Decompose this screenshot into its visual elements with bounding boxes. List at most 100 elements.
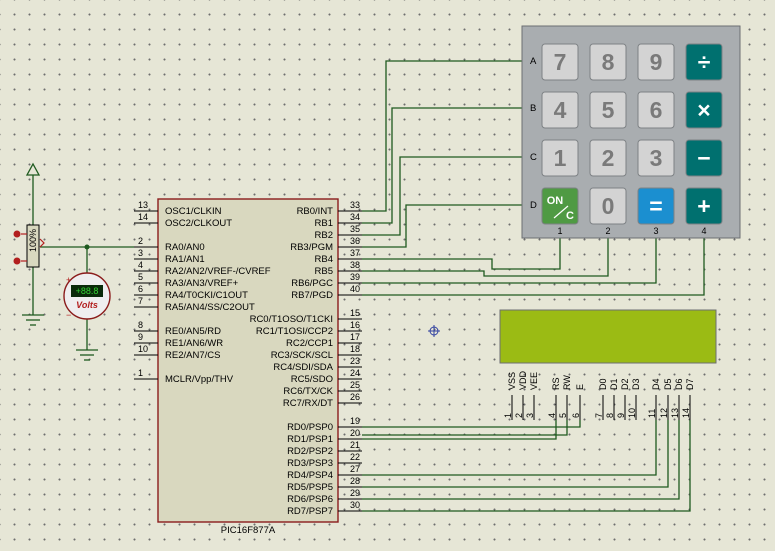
pin-number: 25: [350, 380, 360, 390]
pin-number: 20: [350, 428, 360, 438]
lcd-pin-name: D1: [609, 378, 619, 390]
key-k02[interactable]: 9: [637, 43, 675, 81]
pin-number: 7: [138, 296, 143, 306]
pin-name: RC5/SDO: [291, 374, 333, 385]
lcd-pin-number: 9: [616, 413, 626, 418]
key-k03[interactable]: ÷: [685, 43, 723, 81]
key-label: C: [566, 210, 574, 222]
lcd-pin-name: D2: [620, 378, 630, 390]
lcd-pin-number: 5: [558, 413, 568, 418]
pin-name: RE2/AN7/CS: [165, 350, 220, 361]
potentiometer[interactable]: 100%: [13, 224, 45, 268]
keypad-col-label: 1: [557, 226, 562, 236]
key-label: 2: [602, 145, 615, 171]
pot-decrease-button[interactable]: [13, 257, 21, 265]
lcd-pin-number: 4: [547, 413, 557, 418]
pin-number: 29: [350, 488, 360, 498]
junction-dot: [84, 244, 90, 250]
key-label: 5: [602, 97, 615, 123]
lcd-pins: VSS 1 VDD 2 VEE 3 RS 4 RW 5 E 6 D0 7 D1 8 D2 9 D3 10 D4 11 D5 1…: [503, 370, 695, 420]
ground-symbol-voltmeter: [76, 349, 98, 361]
schematic-canvas: 100% +88.8 Volts + − PIC16F877A 13OSC1/C…: [13, 25, 741, 536]
pin-number: 38: [350, 260, 360, 270]
key-k01[interactable]: 8: [589, 43, 627, 81]
pin-name: MCLR/Vpp/THV: [165, 374, 234, 385]
pin-name: RC0/T1OSO/T1CKI: [250, 314, 333, 325]
pin-name: RC6/TX/CK: [283, 386, 333, 397]
pin-number: 24: [350, 368, 360, 378]
lcd-pin-number: 2: [514, 413, 524, 418]
lcd-pin-number: 1: [503, 413, 513, 418]
key-k21[interactable]: 2: [589, 139, 627, 177]
key-k33[interactable]: +: [685, 187, 723, 225]
pin-name: RD6/PSP6: [287, 494, 333, 505]
pin-name: RA3/AN3/VREF+: [165, 278, 239, 289]
wire-col-4: [362, 238, 705, 296]
pin-name: RB5: [315, 266, 333, 277]
key-label: 0: [602, 193, 615, 219]
key-k11[interactable]: 5: [589, 91, 627, 129]
pin-name: RC1/T1OSI/CCP2: [256, 326, 333, 337]
pin-name: OSC1/CLKIN: [165, 206, 222, 217]
wire-lcd-rs: [362, 420, 581, 428]
lcd-pin-number: 13: [670, 408, 680, 418]
key-label: −: [697, 145, 710, 171]
key-k22[interactable]: 3: [637, 139, 675, 177]
key-k12[interactable]: 6: [637, 91, 675, 129]
pin-number: 8: [138, 320, 143, 330]
pin-name: RD2/PSP2: [287, 446, 333, 457]
key-label: 6: [650, 97, 663, 123]
pot-label: 100%: [28, 229, 38, 252]
pin-name: RB2: [315, 230, 333, 241]
key-k32[interactable]: =: [637, 187, 675, 225]
wire-col-2: [362, 238, 609, 277]
pin-name: RB3/PGM: [290, 242, 333, 253]
pin-number: 33: [350, 200, 360, 210]
wire-row-a: [362, 60, 522, 212]
pin-number: 5: [138, 272, 143, 282]
pin-name: RD7/PSP7: [287, 506, 333, 517]
key-on-c[interactable]: ONC: [541, 187, 579, 225]
key-k13[interactable]: ×: [685, 91, 723, 129]
pin-number: 34: [350, 212, 360, 222]
pin-number: 36: [350, 236, 360, 246]
pin-number: 10: [138, 344, 148, 354]
key-k10[interactable]: 4: [541, 91, 579, 129]
key-k00[interactable]: 7: [541, 43, 579, 81]
pin-name: RD5/PSP5: [287, 482, 333, 493]
pin-number: 4: [138, 260, 143, 270]
voltmeter-unit: Volts: [76, 300, 98, 310]
lcd-pin-number: 11: [647, 409, 657, 418]
key-k31[interactable]: 0: [589, 187, 627, 225]
pin-number: 23: [350, 356, 360, 366]
pin-name: RD3/PSP3: [287, 458, 333, 469]
lcd-screen: [499, 309, 717, 364]
chip-part-label: PIC16F877A: [221, 525, 276, 536]
pin-name: RA4/T0CKI/C1OUT: [165, 290, 248, 301]
pot-increase-button[interactable]: [13, 230, 21, 238]
key-label: 4: [554, 97, 567, 123]
pin-name: RD4/PSP4: [287, 470, 333, 481]
lcd-pin-name: VEE: [529, 372, 539, 390]
wire-lcd-d4: [362, 420, 657, 476]
key-label: 1: [554, 145, 567, 171]
lcd-pin-name: VSS: [507, 372, 517, 390]
lcd-pin-name: D0: [598, 378, 608, 390]
pin-number: 35: [350, 224, 360, 234]
pin-number: 37: [350, 248, 360, 258]
pin-name: RD0/PSP0: [287, 422, 333, 433]
pin-number: 14: [138, 212, 148, 222]
key-k23[interactable]: −: [685, 139, 723, 177]
lcd-pin-number: 6: [571, 413, 581, 418]
keypad-col-label: 4: [701, 226, 706, 236]
wire-lcd-d5: [362, 420, 669, 488]
lcd-pin-number: 3: [525, 413, 535, 418]
key-label: ÷: [698, 49, 711, 75]
pic-microcontroller: PIC16F877A 13OSC1/CLKIN14OSC2/CLKOUT2RA0…: [134, 198, 362, 536]
pin-number: 17: [350, 332, 360, 342]
voltmeter-display: +88.8: [76, 286, 99, 296]
pin-number: 30: [350, 500, 360, 510]
lcd-pin-number: 14: [681, 408, 691, 418]
minus-terminal-label: −: [66, 310, 71, 320]
key-k20[interactable]: 1: [541, 139, 579, 177]
